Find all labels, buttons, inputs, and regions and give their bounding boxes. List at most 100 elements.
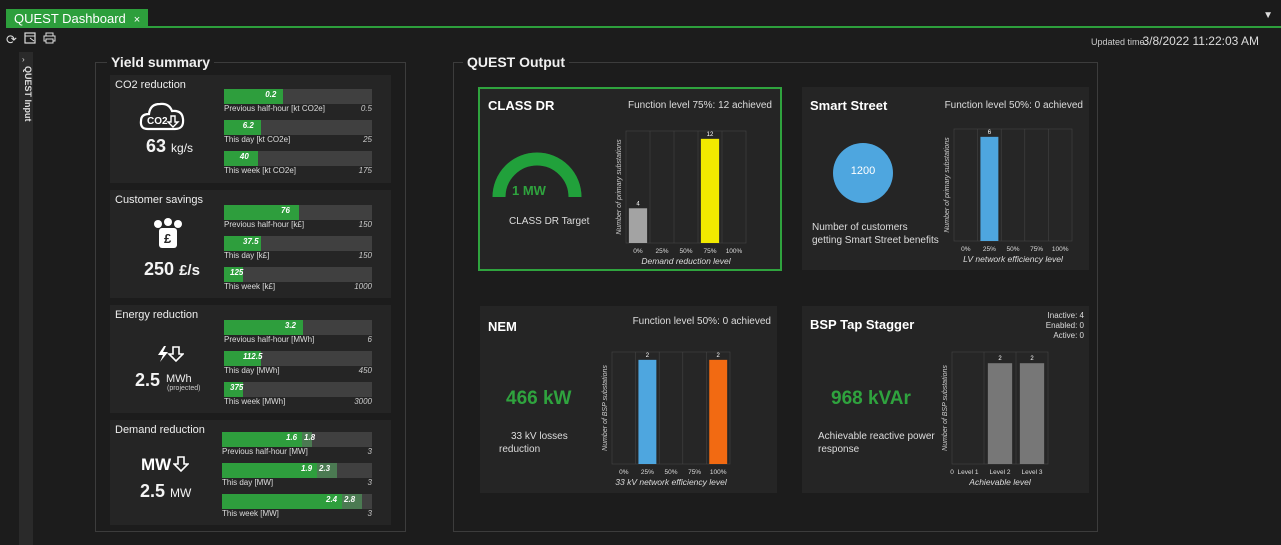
demand-bar-track: 2.4 2.8 bbox=[222, 494, 372, 509]
chart-x-axis-label: Achievable level bbox=[968, 477, 1032, 487]
smart-street-label-line2: getting Smart Street benefits bbox=[812, 235, 939, 246]
chart-x-tick-label: 50% bbox=[1006, 246, 1019, 253]
energy-bar-track: 3.2 bbox=[224, 320, 372, 335]
co2-bar-label: Previous half-hour [kt CO2e] bbox=[224, 104, 325, 113]
toolbar bbox=[0, 28, 1281, 52]
bsp-tap-stagger-panel[interactable]: BSP Tap Stagger Inactive: 4 Enabled: 0 A… bbox=[802, 306, 1089, 493]
demand-bar-value: 2.4 bbox=[326, 495, 338, 504]
chart-x-tick-label: Level 3 bbox=[1022, 469, 1043, 476]
class-dr-title: CLASS DR bbox=[488, 98, 555, 113]
mw-down-icon: MW bbox=[141, 455, 191, 475]
chart-x-tick-label: 25% bbox=[641, 469, 654, 476]
tab-strip bbox=[0, 0, 1281, 28]
chart-bar bbox=[1019, 363, 1045, 464]
chart-x-tick-label: 50% bbox=[664, 469, 677, 476]
bsp-status-enabled: Enabled: 0 bbox=[1045, 321, 1084, 330]
class-dr-panel[interactable]: CLASS DR Function level 75%: 12 achieved… bbox=[478, 87, 782, 271]
chart-x-tick-label: 100% bbox=[710, 469, 727, 476]
chart-x-tick-label: 100% bbox=[726, 248, 743, 255]
demand-bar-max: 3 bbox=[367, 478, 372, 487]
nem-bar-chart: Number of BSP substations2 20% 25% 50% 75% 10… bbox=[602, 351, 731, 487]
chart-x-tick-label: 75% bbox=[1030, 246, 1043, 253]
bsp-reactive-power-value: 968 kVAr bbox=[831, 388, 911, 409]
chart-x-axis-label: LV network efficiency level bbox=[963, 254, 1064, 264]
export-icon[interactable] bbox=[24, 32, 36, 47]
class-dr-function-level: Function level 75%: 12 achieved bbox=[628, 100, 772, 111]
co2-icon-text: CO2 bbox=[147, 116, 168, 127]
chart-bar bbox=[980, 136, 999, 241]
print-icon[interactable] bbox=[43, 32, 56, 47]
customer-bar-label: This day [k£] bbox=[224, 251, 270, 260]
chart-x-tick-label: Level 2 bbox=[990, 469, 1011, 476]
bsp-bar-chart: Number of BSP substations2 20 Level 1 Level… bbox=[942, 351, 1049, 487]
chart-x-tick-label: 0% bbox=[619, 469, 629, 476]
demand-bar-max: 3 bbox=[367, 509, 372, 518]
side-tab-label: QUEST Input bbox=[23, 66, 33, 122]
chart-bar-value-label: 12 bbox=[707, 132, 714, 138]
energy-bar-label: Previous half-hour [MWh] bbox=[224, 335, 315, 344]
quest-output-title: QUEST Output bbox=[463, 54, 569, 70]
customer-bar-track: 125 bbox=[224, 267, 372, 282]
chart-x-tick-label: 100% bbox=[1052, 246, 1069, 253]
updated-time-label: Updated time: bbox=[1090, 37, 1147, 47]
customer-bar-value: 37.5 bbox=[243, 237, 259, 246]
nem-label-line1: 33 kV losses bbox=[511, 431, 568, 442]
co2-bar-value: 6.2 bbox=[242, 121, 254, 130]
energy-bar-value: 112.5 bbox=[243, 352, 263, 361]
smart-street-panel[interactable]: Smart Street Function level 50%: 0 achie… bbox=[802, 87, 1089, 270]
class-dr-bar-chart: Number of primary substations 4120% 25% 50%… bbox=[616, 130, 747, 266]
customer-bar-label: Previous half-hour [k£] bbox=[224, 220, 305, 229]
chart-y-axis-label: Number of primary substations bbox=[616, 139, 623, 235]
co2-bar-track: 6.2 bbox=[224, 120, 372, 135]
nem-losses-value: 466 kW bbox=[506, 388, 572, 409]
bsp-status-block: Inactive: 4 Enabled: 0 Active: 0 bbox=[1046, 311, 1084, 341]
bsp-status-inactive: Inactive: 4 bbox=[1047, 311, 1084, 320]
updated-time-value: 3/8/2022 11:22:03 AM bbox=[1142, 34, 1259, 48]
chart-bar bbox=[638, 359, 657, 464]
customer-bar-max: 150 bbox=[358, 220, 372, 229]
chart-bar bbox=[709, 359, 728, 464]
demand-bar-fill bbox=[222, 494, 342, 509]
co2-reduction-title: CO2 reduction bbox=[115, 79, 186, 91]
customer-savings-value: 250 £/s bbox=[144, 259, 200, 279]
demand-bar-label: This day [MW] bbox=[222, 478, 274, 487]
energy-bar-max: 6 bbox=[367, 335, 372, 344]
tab-menu-arrow-icon[interactable]: ▼ bbox=[1263, 10, 1273, 21]
nem-title: NEM bbox=[488, 319, 517, 334]
nem-panel[interactable]: NEM Function level 50%: 0 achieved 466 k… bbox=[480, 306, 777, 493]
smart-street-title: Smart Street bbox=[810, 98, 888, 113]
chart-x-tick-label: 75% bbox=[688, 469, 701, 476]
smart-street-bar-chart: Number of primary substations60% 25% 50% 75… bbox=[944, 128, 1073, 264]
demand-bar-value: 1.9 bbox=[300, 464, 313, 473]
energy-reduction-title: Energy reduction bbox=[115, 309, 199, 321]
smart-street-circle-value: 1200 bbox=[850, 165, 876, 177]
energy-bar-label: This week [MWh] bbox=[224, 397, 286, 406]
quest-input-side-tab[interactable]: › QUEST Input bbox=[19, 52, 33, 545]
bsp-status-active: Active: 0 bbox=[1053, 331, 1084, 340]
co2-bar-value: 0.2 bbox=[265, 90, 277, 99]
demand-bar-label: This week [MW] bbox=[222, 509, 279, 518]
customer-bar-track: 76 bbox=[224, 205, 372, 220]
energy-bar-value: 3.2 bbox=[284, 321, 296, 330]
customer-bar-track: 37.5 bbox=[224, 236, 372, 251]
yield-summary-title: Yield summary bbox=[107, 54, 215, 70]
energy-bar-max: 450 bbox=[358, 366, 372, 375]
chart-x-axis-label: Demand reduction level bbox=[641, 256, 731, 266]
class-dr-gauge-label: CLASS DR Target bbox=[509, 216, 590, 227]
co2-bar-value: 40 bbox=[239, 152, 249, 161]
chart-x-tick-label: 0% bbox=[633, 248, 643, 255]
demand-bar-value-secondary: 1.8 bbox=[303, 433, 316, 442]
energy-bar-track: 375 bbox=[224, 382, 372, 397]
energy-down-icon bbox=[156, 345, 185, 368]
co2-bar-track: 0.2 bbox=[224, 89, 372, 104]
svg-text:£: £ bbox=[164, 231, 172, 246]
customer-bar-label: This week [k£] bbox=[224, 282, 276, 291]
nem-function-level: Function level 50%: 0 achieved bbox=[632, 316, 771, 327]
refresh-icon[interactable]: ⟳ bbox=[6, 32, 17, 48]
expand-arrow-icon[interactable]: › bbox=[22, 55, 25, 64]
demand-value: 2.5 MW bbox=[140, 481, 192, 501]
smart-street-label-line1: Number of customers bbox=[812, 222, 908, 233]
tab-close-icon[interactable]: × bbox=[134, 14, 140, 26]
co2-bar-track: 40 bbox=[224, 151, 372, 166]
chart-x-tick-label: 75% bbox=[703, 248, 716, 255]
